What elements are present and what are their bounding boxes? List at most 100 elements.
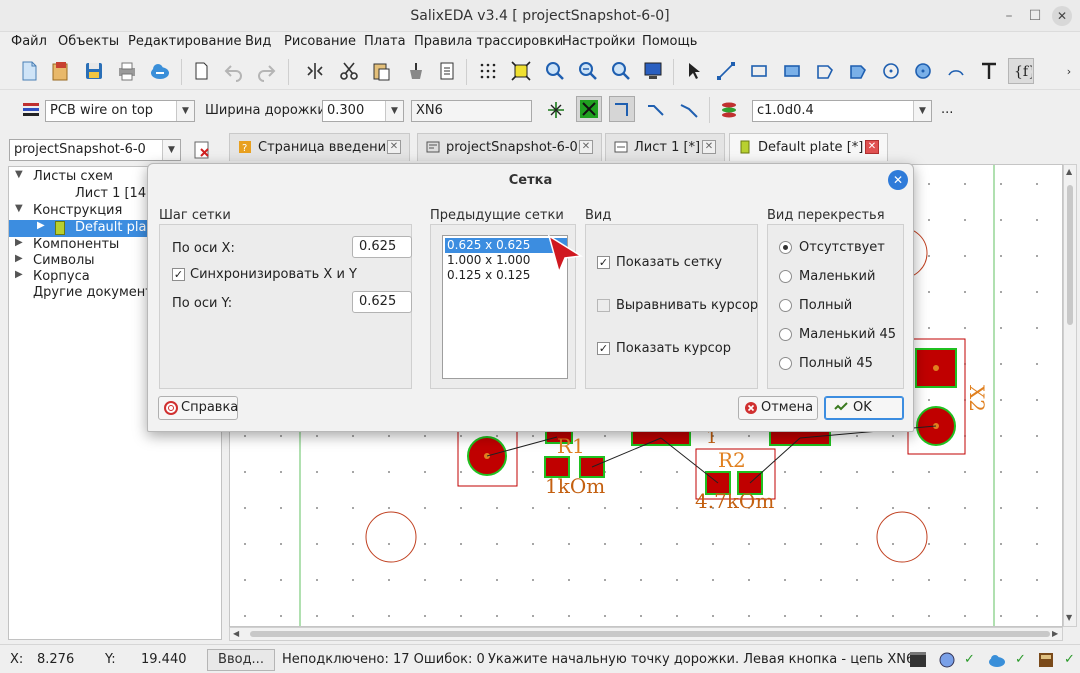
new-file-icon[interactable] <box>16 58 42 84</box>
minimize-button[interactable]: – <box>999 6 1019 26</box>
r2-ref-label: R2 <box>718 448 746 472</box>
expand-icon[interactable]: ▶ <box>15 269 23 280</box>
expand-icon[interactable]: ▶ <box>15 253 23 264</box>
menu-view[interactable]: Вид <box>245 34 271 49</box>
check-icon: ✓ <box>1064 652 1075 667</box>
sync-xy-checkbox[interactable]: ✓ <box>172 268 185 281</box>
function-icon[interactable]: {f} <box>1008 58 1034 84</box>
draw-line-icon[interactable] <box>713 58 739 84</box>
text-icon[interactable] <box>976 58 1002 84</box>
layers-icon[interactable] <box>18 97 44 123</box>
menu-draw[interactable]: Рисование <box>284 34 356 49</box>
flip-icon[interactable] <box>302 58 328 84</box>
draw-rect-icon[interactable] <box>746 58 772 84</box>
clean-icon[interactable] <box>403 58 429 84</box>
snap-pin-icon[interactable] <box>543 97 569 123</box>
grid-icon[interactable] <box>475 58 501 84</box>
expand-icon[interactable]: ▶ <box>37 220 45 231</box>
cloud-icon[interactable] <box>147 58 173 84</box>
menu-objects[interactable]: Объекты <box>58 34 119 49</box>
ok-button[interactable]: OK <box>824 396 904 420</box>
select-arrow-icon[interactable] <box>681 58 707 84</box>
tab-sheet-1[interactable]: Лист 1 [*] ✕ <box>605 133 725 161</box>
print-icon[interactable] <box>114 58 140 84</box>
cut-icon[interactable] <box>336 58 362 84</box>
scroll-down-icon[interactable]: ▼ <box>1066 613 1072 622</box>
corner-90-icon[interactable] <box>609 96 635 122</box>
menu-settings[interactable]: Настройки <box>562 34 635 49</box>
polygon-icon[interactable] <box>812 58 838 84</box>
crosshair-full45-radio[interactable] <box>779 357 792 370</box>
layer-combo[interactable]: PCB wire on top ▼ <box>45 100 195 122</box>
network-icon[interactable] <box>934 647 960 673</box>
via-stack-icon[interactable] <box>716 97 742 123</box>
undo-icon[interactable] <box>221 58 247 84</box>
align-cursor-checkbox[interactable] <box>597 299 610 312</box>
zoom-area-icon[interactable] <box>608 58 634 84</box>
crosshair-small-radio[interactable] <box>779 270 792 283</box>
zoom-fit-icon[interactable] <box>508 58 534 84</box>
cancel-button[interactable]: Отмена <box>738 396 818 420</box>
show-cursor-checkbox[interactable]: ✓ <box>597 342 610 355</box>
arc-icon[interactable] <box>943 58 969 84</box>
save-icon[interactable] <box>81 58 107 84</box>
track-width-combo[interactable]: 0.300 ▼ <box>322 100 404 122</box>
more-button[interactable]: ... <box>941 102 953 117</box>
close-icon[interactable]: ✕ <box>865 140 879 154</box>
menu-file[interactable]: Файл <box>11 34 47 49</box>
scroll-up-icon[interactable]: ▲ <box>1066 167 1072 176</box>
close-icon[interactable]: ✕ <box>387 140 401 154</box>
scrollbar-thumb[interactable] <box>1067 185 1073 325</box>
paste-icon[interactable] <box>368 58 394 84</box>
scrollbar-thumb[interactable] <box>250 631 1050 637</box>
filled-rect-icon[interactable] <box>779 58 805 84</box>
menu-edit[interactable]: Редактирование <box>128 34 241 49</box>
page-icon[interactable] <box>188 58 214 84</box>
film-icon[interactable] <box>905 647 931 673</box>
close-icon[interactable]: ✕ <box>579 140 593 154</box>
zoom-in-icon[interactable] <box>542 58 568 84</box>
tab-welcome[interactable]: ? Страница введения ✕ <box>229 133 410 161</box>
menu-board[interactable]: Плата <box>364 34 406 49</box>
view-title: Вид <box>585 208 612 223</box>
close-window-button[interactable]: ✕ <box>1052 6 1072 26</box>
expand-icon[interactable]: ▼ <box>15 203 23 214</box>
y-step-input[interactable]: 0.625 <box>352 291 412 313</box>
maximize-button[interactable]: ☐ <box>1025 6 1045 26</box>
horizontal-scrollbar[interactable]: ◀ ▶ <box>229 627 1063 641</box>
corner-45-icon[interactable] <box>643 97 669 123</box>
circle-icon[interactable] <box>878 58 904 84</box>
expand-icon[interactable]: ▶ <box>15 237 23 248</box>
crosshair-small45-radio[interactable] <box>779 328 792 341</box>
tab-project[interactable]: projectSnapshot-6-0 ✕ <box>417 133 602 161</box>
crosshair-none-radio[interactable] <box>779 241 792 254</box>
scroll-right-icon[interactable]: ▶ <box>1052 629 1058 638</box>
zoom-out-icon[interactable] <box>575 58 601 84</box>
menu-help[interactable]: Помощь <box>642 34 697 49</box>
show-grid-checkbox[interactable]: ✓ <box>597 256 610 269</box>
vertical-scrollbar[interactable]: ▲ ▼ <box>1063 164 1077 627</box>
display-icon[interactable] <box>640 58 666 84</box>
crosshair-full-radio[interactable] <box>779 299 792 312</box>
properties-icon[interactable] <box>434 58 460 84</box>
help-button[interactable]: Справка <box>158 396 238 420</box>
menu-routing-rules[interactable]: Правила трассировки <box>414 34 563 49</box>
route-mode-icon[interactable] <box>576 96 602 122</box>
filled-circle-icon[interactable] <box>910 58 936 84</box>
close-icon[interactable]: ✕ <box>888 170 908 190</box>
scroll-left-icon[interactable]: ◀ <box>233 629 239 638</box>
open-project-icon[interactable] <box>48 58 74 84</box>
filled-polygon-icon[interactable] <box>845 58 871 84</box>
book-icon[interactable] <box>1033 647 1059 673</box>
x-step-input[interactable]: 0.625 <box>352 236 412 258</box>
tab-default-plate[interactable]: Default plate [*] ✕ <box>729 133 888 161</box>
close-icon[interactable]: ✕ <box>702 140 716 154</box>
toolbar-overflow-icon[interactable]: › <box>1062 58 1076 84</box>
corner-diagonal-icon[interactable] <box>676 97 702 123</box>
input-coords-button[interactable]: Ввод... <box>207 649 275 671</box>
expand-icon[interactable]: ▼ <box>15 169 23 180</box>
redo-icon[interactable] <box>253 58 279 84</box>
rule-combo[interactable]: c1.0d0.4 ▼ <box>752 100 932 122</box>
cloud-sync-icon[interactable] <box>984 647 1010 673</box>
net-field[interactable]: XN6 <box>411 100 532 122</box>
